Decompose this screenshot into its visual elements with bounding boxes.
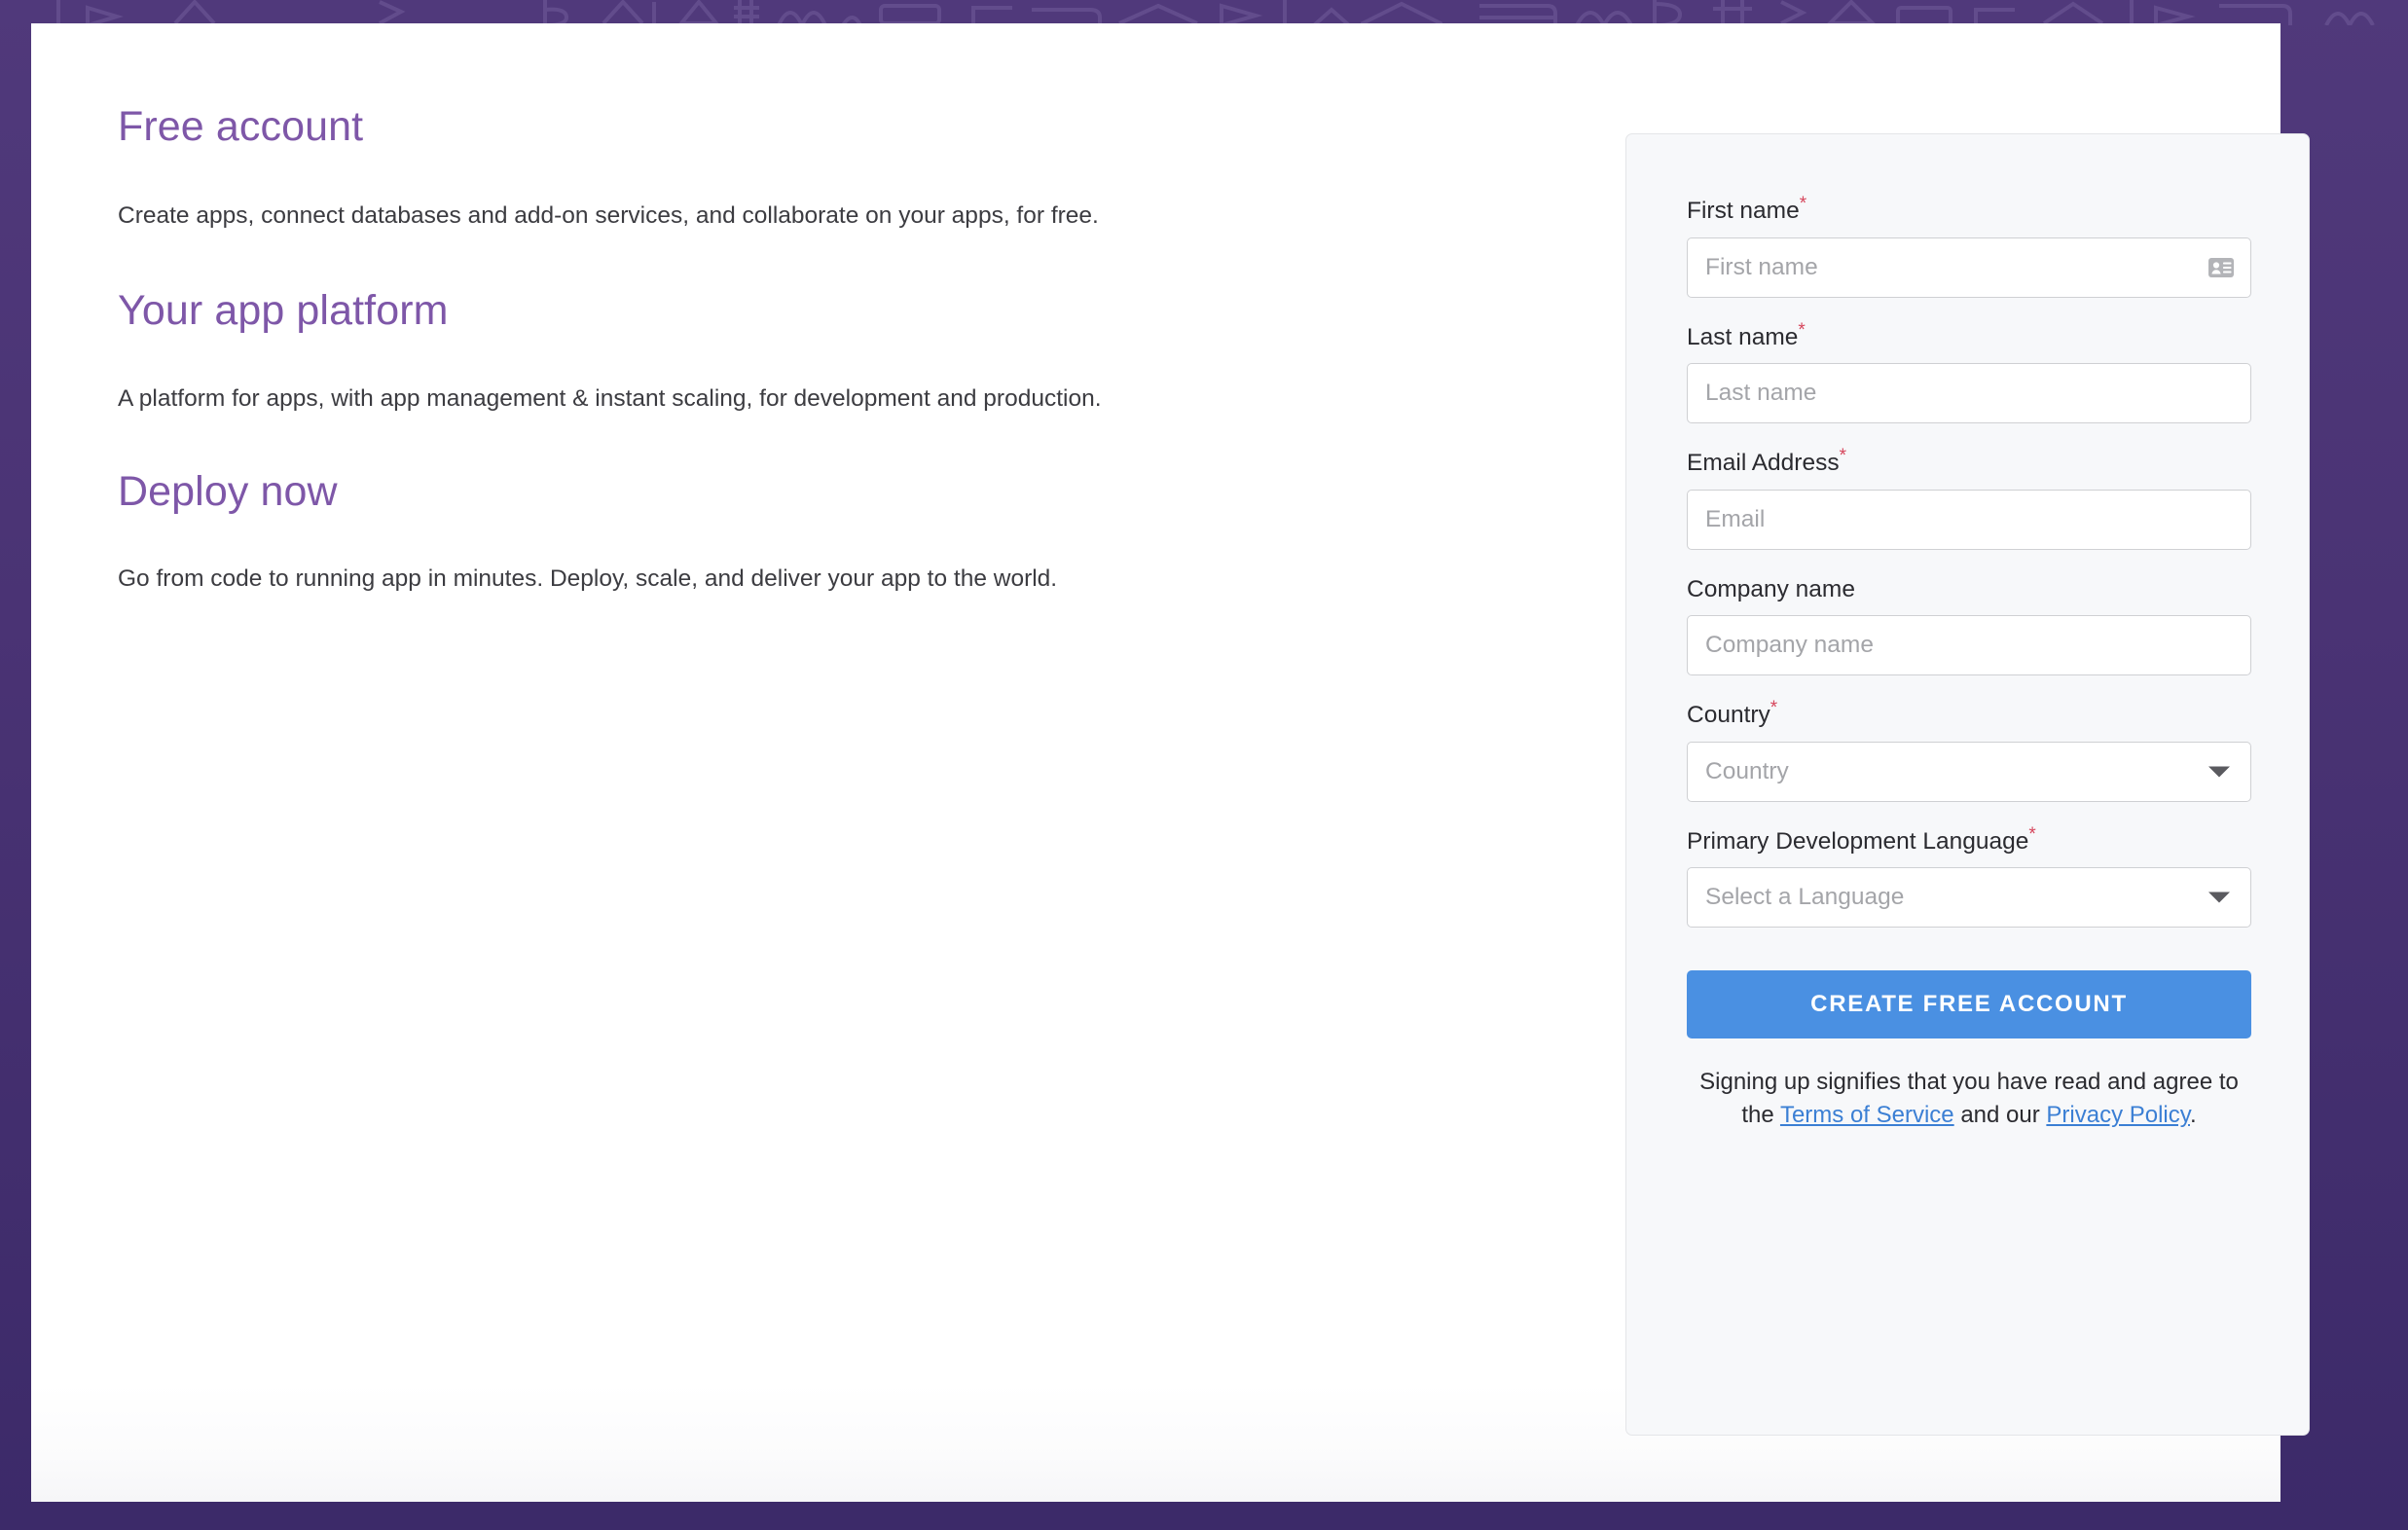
input-wrap-email-address: [1687, 489, 2251, 550]
marketing-section-deploy-now: Deploy now Go from code to running app i…: [118, 468, 1500, 596]
primary-development-language-select[interactable]: Select a Language: [1687, 867, 2251, 929]
email-address-input[interactable]: [1687, 489, 2251, 550]
marketing-column: Free account Create apps, connect databa…: [118, 103, 1500, 596]
country-select-value: Country: [1705, 757, 1789, 784]
body-free-account: Create apps, connect databases and add-o…: [118, 202, 1099, 230]
required-asterisk-email-address: *: [1839, 446, 1847, 467]
company-name-input[interactable]: [1687, 615, 2251, 676]
legal-text-middle: and our: [1953, 1102, 2047, 1129]
label-company-name-text: Company name: [1687, 575, 1855, 602]
create-free-account-button[interactable]: CREATE FREE ACCOUNT: [1687, 970, 2251, 1039]
legal-text-after: .: [2189, 1102, 2197, 1129]
required-asterisk-last-name: *: [1798, 319, 1806, 341]
label-country: Country*: [1687, 699, 2251, 730]
first-name-input[interactable]: [1687, 237, 2251, 298]
country-select[interactable]: Country: [1687, 741, 2251, 802]
input-wrap-country: Country: [1687, 741, 2251, 802]
field-primary-development-language: Primary Development Language* Select a L…: [1687, 825, 2251, 929]
contact-card-icon[interactable]: [2207, 257, 2235, 278]
field-country: Country* Country: [1687, 699, 2251, 802]
label-country-text: Country: [1687, 702, 1770, 729]
label-last-name-text: Last name: [1687, 323, 1799, 350]
body-your-app-platform: A platform for apps, with app management…: [118, 384, 1102, 412]
required-asterisk-country: *: [1770, 698, 1778, 719]
marketing-section-app-platform: Your app platform A platform for apps, w…: [118, 287, 1500, 415]
privacy-policy-link[interactable]: Privacy Policy: [2046, 1102, 2190, 1128]
input-wrap-first-name: [1687, 237, 2251, 298]
heading-free-account: Free account: [118, 103, 364, 150]
field-email-address: Email Address*: [1687, 447, 2251, 550]
primary-development-language-select-value: Select a Language: [1705, 884, 1905, 911]
input-wrap-last-name: [1687, 363, 2251, 424]
required-asterisk-first-name: *: [1799, 194, 1807, 214]
signup-form-card: First name* Last name: [1625, 133, 2310, 1436]
page-sheet: Free account Create apps, connect databa…: [31, 23, 2310, 1502]
required-asterisk-primary-development-language: *: [2028, 823, 2036, 845]
heading-your-app-platform: Your app platform: [118, 287, 449, 335]
marketing-section-free-account: Free account Create apps, connect databa…: [118, 103, 1500, 233]
label-last-name: Last name*: [1687, 321, 2251, 352]
legal-disclaimer: Signing up signifies that you have read …: [1687, 1066, 2251, 1132]
label-email-address: Email Address*: [1687, 447, 2251, 478]
label-first-name: First name*: [1687, 195, 2251, 226]
input-wrap-company-name: [1687, 615, 2251, 676]
field-company-name: Company name: [1687, 573, 2251, 676]
signup-form: First name* Last name: [1687, 195, 2251, 1132]
heading-deploy-now: Deploy now: [118, 467, 338, 515]
label-email-address-text: Email Address: [1687, 450, 1840, 477]
field-last-name: Last name*: [1687, 321, 2251, 424]
body-deploy-now: Go from code to running app in minutes. …: [118, 565, 1058, 592]
label-company-name: Company name: [1687, 573, 2251, 604]
label-primary-development-language: Primary Development Language*: [1687, 825, 2251, 856]
terms-of-service-link[interactable]: Terms of Service: [1780, 1102, 1954, 1128]
label-primary-development-language-text: Primary Development Language: [1687, 827, 2029, 855]
label-first-name-text: First name: [1687, 198, 1800, 225]
background-decoration-pattern: [0, 0, 2408, 25]
field-first-name: First name*: [1687, 195, 2251, 298]
last-name-input[interactable]: [1687, 363, 2251, 424]
input-wrap-primary-development-language: Select a Language: [1687, 867, 2251, 929]
